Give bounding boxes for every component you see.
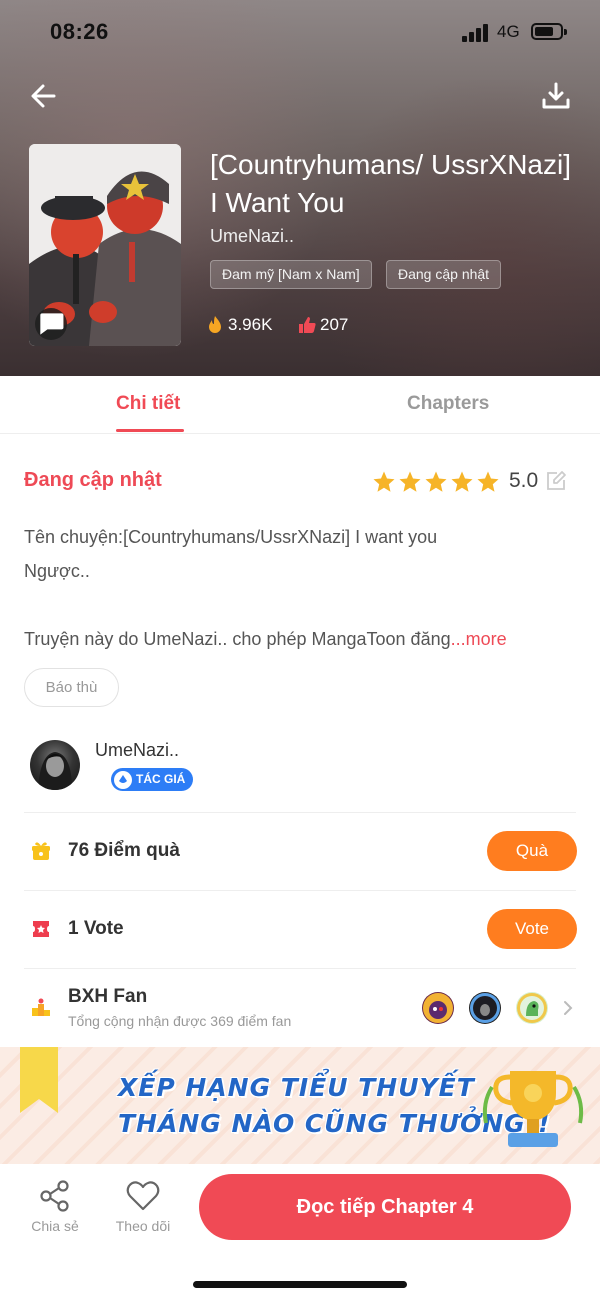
fire-icon	[209, 316, 221, 333]
description-line: Tên chuyện:[Countryhumans/UssrXNazi] I w…	[24, 527, 438, 547]
fan-avatar[interactable]	[422, 992, 454, 1024]
description-line: Truyện này do UmeNazi.. cho phép MangaTo…	[24, 622, 576, 656]
comment-icon	[40, 313, 64, 335]
follow-label: Theo dõi	[115, 1218, 171, 1234]
tab-details[interactable]: Chi tiết	[116, 376, 180, 434]
rating-stars	[372, 470, 500, 494]
share-button[interactable]: Chia sẻ	[20, 1178, 90, 1234]
promo-banner[interactable]: XẾP HẠNG TIỂU THUYẾT THÁNG NÀO CŨNG THƯỞ…	[0, 1047, 600, 1164]
continue-reading-button[interactable]: Đọc tiếp Chapter 4	[199, 1174, 571, 1240]
publication-status: Đang cập nhật	[24, 469, 162, 491]
battery-icon	[531, 23, 567, 40]
arrow-left-icon	[31, 84, 56, 108]
chevron-right-icon[interactable]	[562, 998, 574, 1018]
follow-button[interactable]: Theo dõi	[108, 1178, 178, 1234]
share-icon	[40, 1180, 69, 1212]
download-button[interactable]	[540, 80, 572, 112]
home-indicator	[193, 1281, 407, 1288]
status-bar: 08:26 4G	[0, 0, 600, 64]
likes-stat: 207	[297, 314, 348, 336]
author-name[interactable]: UmeNazi..	[95, 740, 179, 761]
avatar-art	[38, 752, 72, 790]
edit-icon	[547, 471, 566, 490]
author-badge-label: TÁC GIÁ	[136, 772, 186, 786]
star-icon	[425, 471, 447, 492]
more-link[interactable]: ...more	[451, 629, 507, 649]
divider	[24, 812, 576, 813]
back-button[interactable]	[28, 80, 60, 112]
network-type: 4G	[497, 22, 520, 41]
heart-icon	[126, 1181, 160, 1211]
views-count: 3.96K	[228, 315, 273, 334]
trophy-icon	[482, 1071, 584, 1147]
vote-button[interactable]: Vote	[487, 909, 577, 949]
cover-image[interactable]	[29, 144, 181, 346]
rating-value: 5.0	[509, 469, 539, 492]
description-line: Ngược..	[24, 561, 90, 581]
author-badge: TÁC GIÁ	[111, 768, 194, 791]
gift-points-label: 76 Điểm quà	[68, 840, 180, 861]
star-icon	[373, 471, 395, 492]
fan-points-summary: Tổng cộng nhận được 369 điểm fan	[68, 1013, 292, 1029]
vote-count-label: 1 Vote	[68, 918, 124, 939]
thumbs-up-icon	[299, 317, 316, 333]
likes-count: 207	[320, 315, 349, 334]
active-tab-indicator	[116, 429, 184, 432]
share-label: Chia sẻ	[31, 1218, 79, 1234]
divider	[24, 890, 576, 891]
fan-avatar[interactable]	[516, 992, 548, 1024]
description-text: Truyện này do UmeNazi.. cho phép MangaTo…	[24, 629, 451, 649]
report-button[interactable]: Báo thù	[24, 668, 119, 707]
star-icon	[451, 471, 473, 492]
comment-badge	[35, 308, 67, 340]
rate-button[interactable]	[545, 470, 567, 492]
quill-icon	[114, 770, 132, 789]
book-author[interactable]: UmeNazi..	[210, 226, 294, 247]
book-header: 08:26 4G [Countryhumans/ UssrXNazi] I Wa…	[0, 0, 600, 376]
signal-icon	[462, 24, 490, 42]
gift-button[interactable]: Quà	[487, 831, 577, 871]
tab-chapters[interactable]: Chapters	[407, 376, 489, 434]
ribbon-icon	[20, 1047, 58, 1113]
tag-genre[interactable]: Đam mỹ [Nam x Nam]	[210, 260, 372, 289]
download-icon	[542, 82, 570, 109]
divider	[24, 968, 576, 969]
star-icon	[477, 471, 499, 492]
author-card[interactable]: UmeNazi.. TÁC GIÁ	[0, 730, 600, 810]
author-avatar[interactable]	[30, 740, 80, 790]
description: Tên chuyện:[Countryhumans/UssrXNazi] I w…	[24, 520, 576, 656]
podium-icon	[32, 998, 50, 1016]
fan-avatar[interactable]	[469, 992, 501, 1024]
tab-bar: Chi tiết Chapters	[0, 376, 600, 434]
tag-status[interactable]: Đang cập nhật	[386, 260, 502, 289]
status-time: 08:26	[50, 19, 109, 44]
banner-title-line1: XẾP HẠNG TIỂU THUYẾT	[118, 1073, 475, 1102]
vote-ticket-icon	[33, 921, 49, 937]
star-icon	[399, 471, 421, 492]
bottom-action-bar: Chia sẻ Theo dõi Đọc tiếp Chapter 4	[0, 1164, 600, 1299]
gift-icon	[32, 842, 50, 860]
views-stat: 3.96K	[205, 314, 272, 336]
fan-ranking-title: BXH Fan	[68, 986, 148, 1007]
book-title: [Countryhumans/ UssrXNazi] I Want You	[210, 149, 572, 218]
